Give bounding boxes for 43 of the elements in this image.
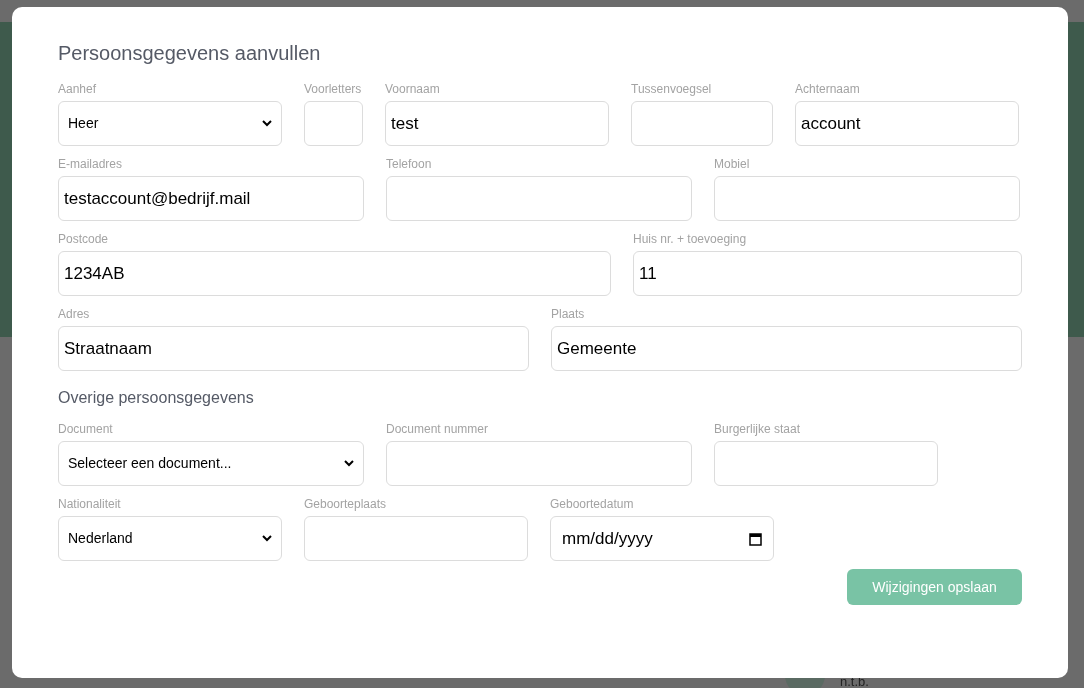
field-label: Geboortedatum: [550, 498, 635, 510]
date-field[interactable]: mm/dd/yyyy: [550, 516, 774, 561]
field-label: Huis nr. + toevoeging: [633, 233, 748, 245]
field-label: Mobiel: [714, 158, 751, 170]
dialog-title: Persoonsgegevens aanvullen: [58, 41, 322, 65]
input-field[interactable]: [304, 101, 363, 146]
field-label: Voornaam: [385, 83, 441, 95]
input-field[interactable]: [304, 516, 528, 561]
input-field[interactable]: [631, 101, 773, 146]
input-field[interactable]: test: [385, 101, 609, 146]
select-field[interactable]: Nederland: [58, 516, 282, 561]
field-label: Burgerlijke staat: [714, 423, 802, 435]
calendar-icon: [749, 531, 762, 546]
input-field[interactable]: Straatnaam: [58, 326, 529, 371]
select-field[interactable]: Selecteer een document...: [58, 441, 364, 486]
field-label: Plaats: [551, 308, 586, 320]
input-field[interactable]: [386, 441, 692, 486]
field-label: Achternaam: [795, 83, 861, 95]
chevron-down-icon: [262, 535, 272, 542]
field-label: E-mailadres: [58, 158, 124, 170]
field-label: Tussenvoegsel: [631, 83, 713, 95]
field-label: Telefoon: [386, 158, 433, 170]
field-label: Aanhef: [58, 83, 98, 95]
input-field[interactable]: [714, 441, 938, 486]
section-title: Overige persoonsgegevens: [58, 388, 255, 408]
input-field[interactable]: 11: [633, 251, 1022, 296]
chevron-down-icon: [262, 120, 272, 127]
field-label: Document: [58, 423, 114, 435]
field-label: Nationaliteit: [58, 498, 122, 510]
input-field[interactable]: [714, 176, 1020, 221]
input-field[interactable]: testaccount@bedrijf.mail: [58, 176, 364, 221]
input-field[interactable]: account: [795, 101, 1019, 146]
input-field[interactable]: Gemeente: [551, 326, 1022, 371]
field-label: Voorletters: [304, 83, 363, 95]
input-field[interactable]: [386, 176, 692, 221]
input-field[interactable]: 1234AB: [58, 251, 611, 296]
background-text: n.t.b.: [840, 676, 869, 688]
field-label: Adres: [58, 308, 91, 320]
select-field[interactable]: Heer: [58, 101, 282, 146]
field-label: Document nummer: [386, 423, 490, 435]
field-label: Geboorteplaats: [304, 498, 388, 510]
field-label: Postcode: [58, 233, 110, 245]
chevron-down-icon: [344, 460, 354, 467]
